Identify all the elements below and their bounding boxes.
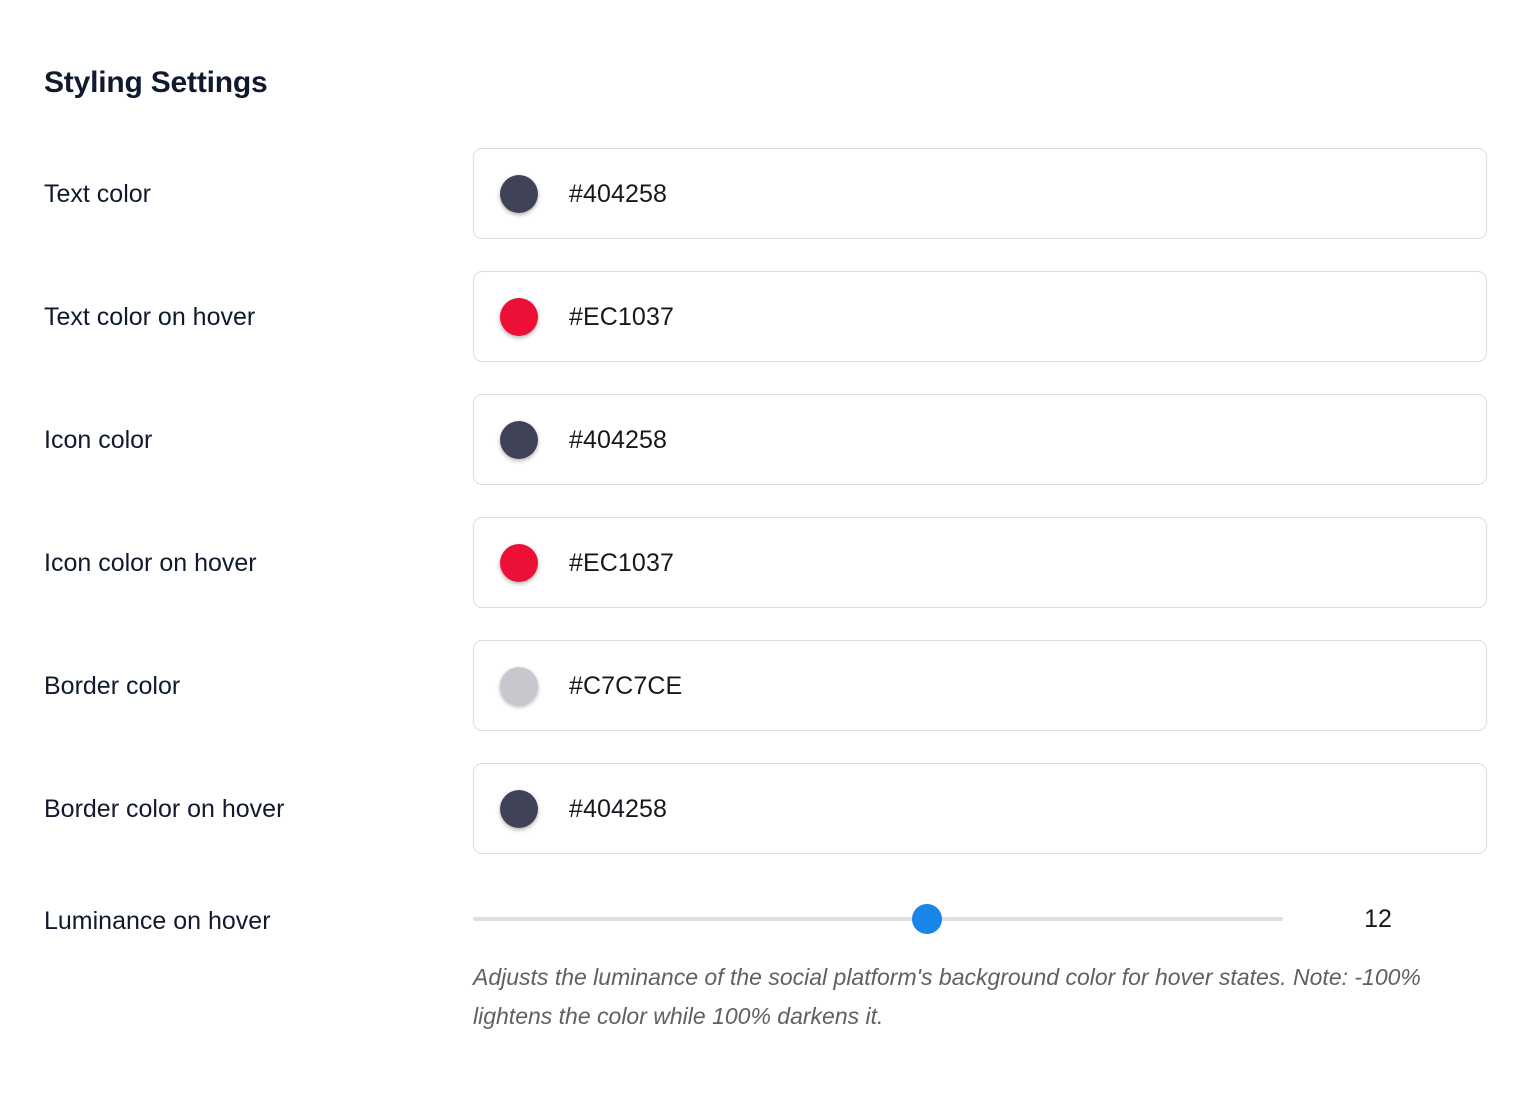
settings-list: Text color #404258 Text color on hover #… (0, 148, 1536, 1029)
color-swatch-icon[interactable] (500, 789, 538, 828)
slider-track[interactable] (473, 917, 1283, 921)
setting-row-icon-color-hover: Icon color on hover #EC1037 (0, 517, 1536, 640)
setting-label-border-color: Border color (44, 672, 181, 700)
setting-row-border-color: Border color #C7C7CE (0, 640, 1536, 763)
setting-row-text-color-hover: Text color on hover #EC1037 (0, 271, 1536, 394)
color-value-text-color-hover: #EC1037 (569, 302, 674, 331)
color-swatch-icon[interactable] (500, 420, 538, 459)
setting-row-text-color: Text color #404258 (0, 148, 1536, 271)
color-swatch-icon[interactable] (500, 174, 538, 213)
setting-row-border-color-hover: Border color on hover #404258 (0, 763, 1536, 886)
page-title: Styling Settings (44, 66, 268, 99)
slider-thumb[interactable] (911, 904, 942, 934)
color-swatch-icon[interactable] (500, 543, 538, 582)
setting-row-icon-color: Icon color #404258 (0, 394, 1536, 517)
setting-label-text-color-hover: Text color on hover (44, 303, 256, 331)
color-value-border-color: #C7C7CE (569, 671, 683, 700)
slider-value: 12 (1364, 905, 1392, 933)
color-swatch-icon[interactable] (500, 666, 538, 705)
color-input-border-color-hover[interactable]: #404258 (473, 763, 1487, 854)
color-input-icon-color-hover[interactable]: #EC1037 (473, 517, 1487, 608)
setting-label-icon-color-hover: Icon color on hover (44, 549, 257, 577)
color-value-icon-color: #404258 (569, 425, 668, 454)
color-input-border-color[interactable]: #C7C7CE (473, 640, 1487, 731)
color-swatch-icon[interactable] (500, 297, 538, 336)
color-input-text-color[interactable]: #404258 (473, 148, 1487, 239)
luminance-slider[interactable]: 12 (473, 886, 1487, 946)
color-value-text-color: #404258 (569, 179, 668, 208)
color-input-text-color-hover[interactable]: #EC1037 (473, 271, 1487, 362)
setting-label-luminance-on-hover: Luminance on hover (44, 907, 271, 935)
color-value-icon-color-hover: #EC1037 (569, 548, 674, 577)
styling-settings-page: Styling Settings Text color #404258 Text… (0, 0, 1536, 1114)
setting-label-text-color: Text color (44, 180, 151, 208)
color-input-icon-color[interactable]: #404258 (473, 394, 1487, 485)
setting-label-icon-color: Icon color (44, 426, 153, 454)
setting-label-border-color-hover: Border color on hover (44, 795, 285, 823)
setting-row-luminance-on-hover: Luminance on hover 12 Adjusts the lumina… (0, 886, 1536, 1029)
luminance-help-text: Adjusts the luminance of the social plat… (473, 964, 1421, 1029)
color-value-border-color-hover: #404258 (569, 794, 668, 823)
